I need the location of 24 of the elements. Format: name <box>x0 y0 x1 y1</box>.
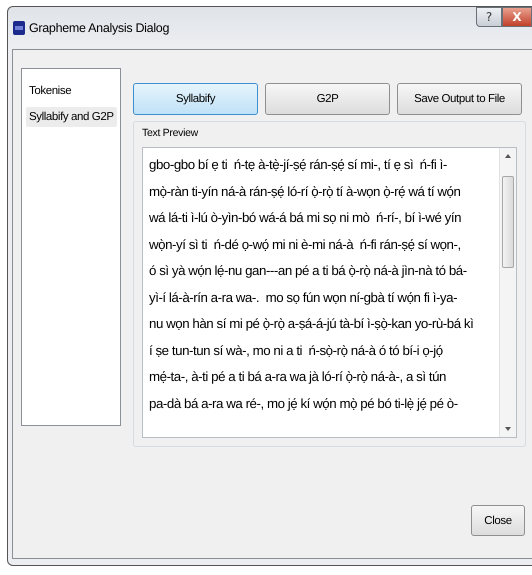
text-line: ó sì yà wọ́n lẹ́-nu gan---an pé a ti bá ọ̀-rọ̀ ná-à jìn-nà tó bá- <box>149 262 468 280</box>
sidebar-item[interactable]: Syllabify and G2P <box>26 107 117 127</box>
text-line: í ṣe tun-tun sí wà-, mo ni a ti ń-sọ̀-rọ̀ ná-à ó tó bí-i ọ-jọ́ <box>149 342 444 360</box>
action-button[interactable]: G2P <box>265 83 390 115</box>
scroll-up-icon[interactable] <box>505 154 511 158</box>
help-button[interactable]: ? <box>476 7 502 27</box>
action-button[interactable]: Syllabify <box>133 83 258 115</box>
text-line: mẹ́-ta-, à-ti pé a ti bá a-ra wa jà ló-rí ọ̀-rọ̀ ná-à-, a sì tún <box>149 368 447 386</box>
text-line: wọ̀n-yí sì ti ń-dé ọ-wọ́ mi ni è-mi ná-à ń-fi rán-ṣẹ́ sí wọn-, <box>149 236 462 254</box>
text-line: pa-dà bá a-ra wa ré-, mo jẹ́ kí wọ́n mọ̀ pé bó ti-lẹ̀ jẹ́ pé ò- <box>149 394 459 413</box>
scroll-down-icon[interactable] <box>505 427 511 431</box>
group-title: Text Preview <box>142 127 200 139</box>
window-title: Grapheme Analysis Dialog <box>29 21 170 35</box>
text-line: yì-í lá-à-rín a-ra wa-. mo sọ fún wọn ní-gbà tí wọ́n fi ì-ya- <box>149 288 458 307</box>
action-button[interactable]: Save Output to File <box>397 83 522 115</box>
text-line: nu wọn hàn sí mi pé ọ̀-rọ̀ a-ṣá-á-jú tà-bí ì-ṣọ̀-kan yo-rù-bá kì <box>149 315 474 333</box>
text-line: gbo-gbo bí ẹ ti ń-tẹ à-tẹ̀-jí-ṣẹ́ rán-ṣẹ́ sí mi-, tí ẹ sì ń-fi ì- <box>149 156 448 174</box>
scroll-thumb[interactable] <box>502 176 514 268</box>
text-line: mọ̀-ràn ti-yín ná-à rán-ṣẹ́ ló-rí ọ̀-rọ̀ tí à-wọn ọ̀-rẹ́ wá tí wọ́n <box>149 182 462 201</box>
close-dialog-button[interactable]: Close <box>471 505 525 536</box>
scrollbar[interactable] <box>499 148 516 437</box>
text-line: wá lá-ti ì-lú ò-yìn-bó wá-á bá mi sọ ni mò ń-rí-, bí ì-wé yín <box>149 209 462 227</box>
sidebar-item[interactable]: Tokenise <box>26 81 74 101</box>
app-icon <box>13 21 25 35</box>
